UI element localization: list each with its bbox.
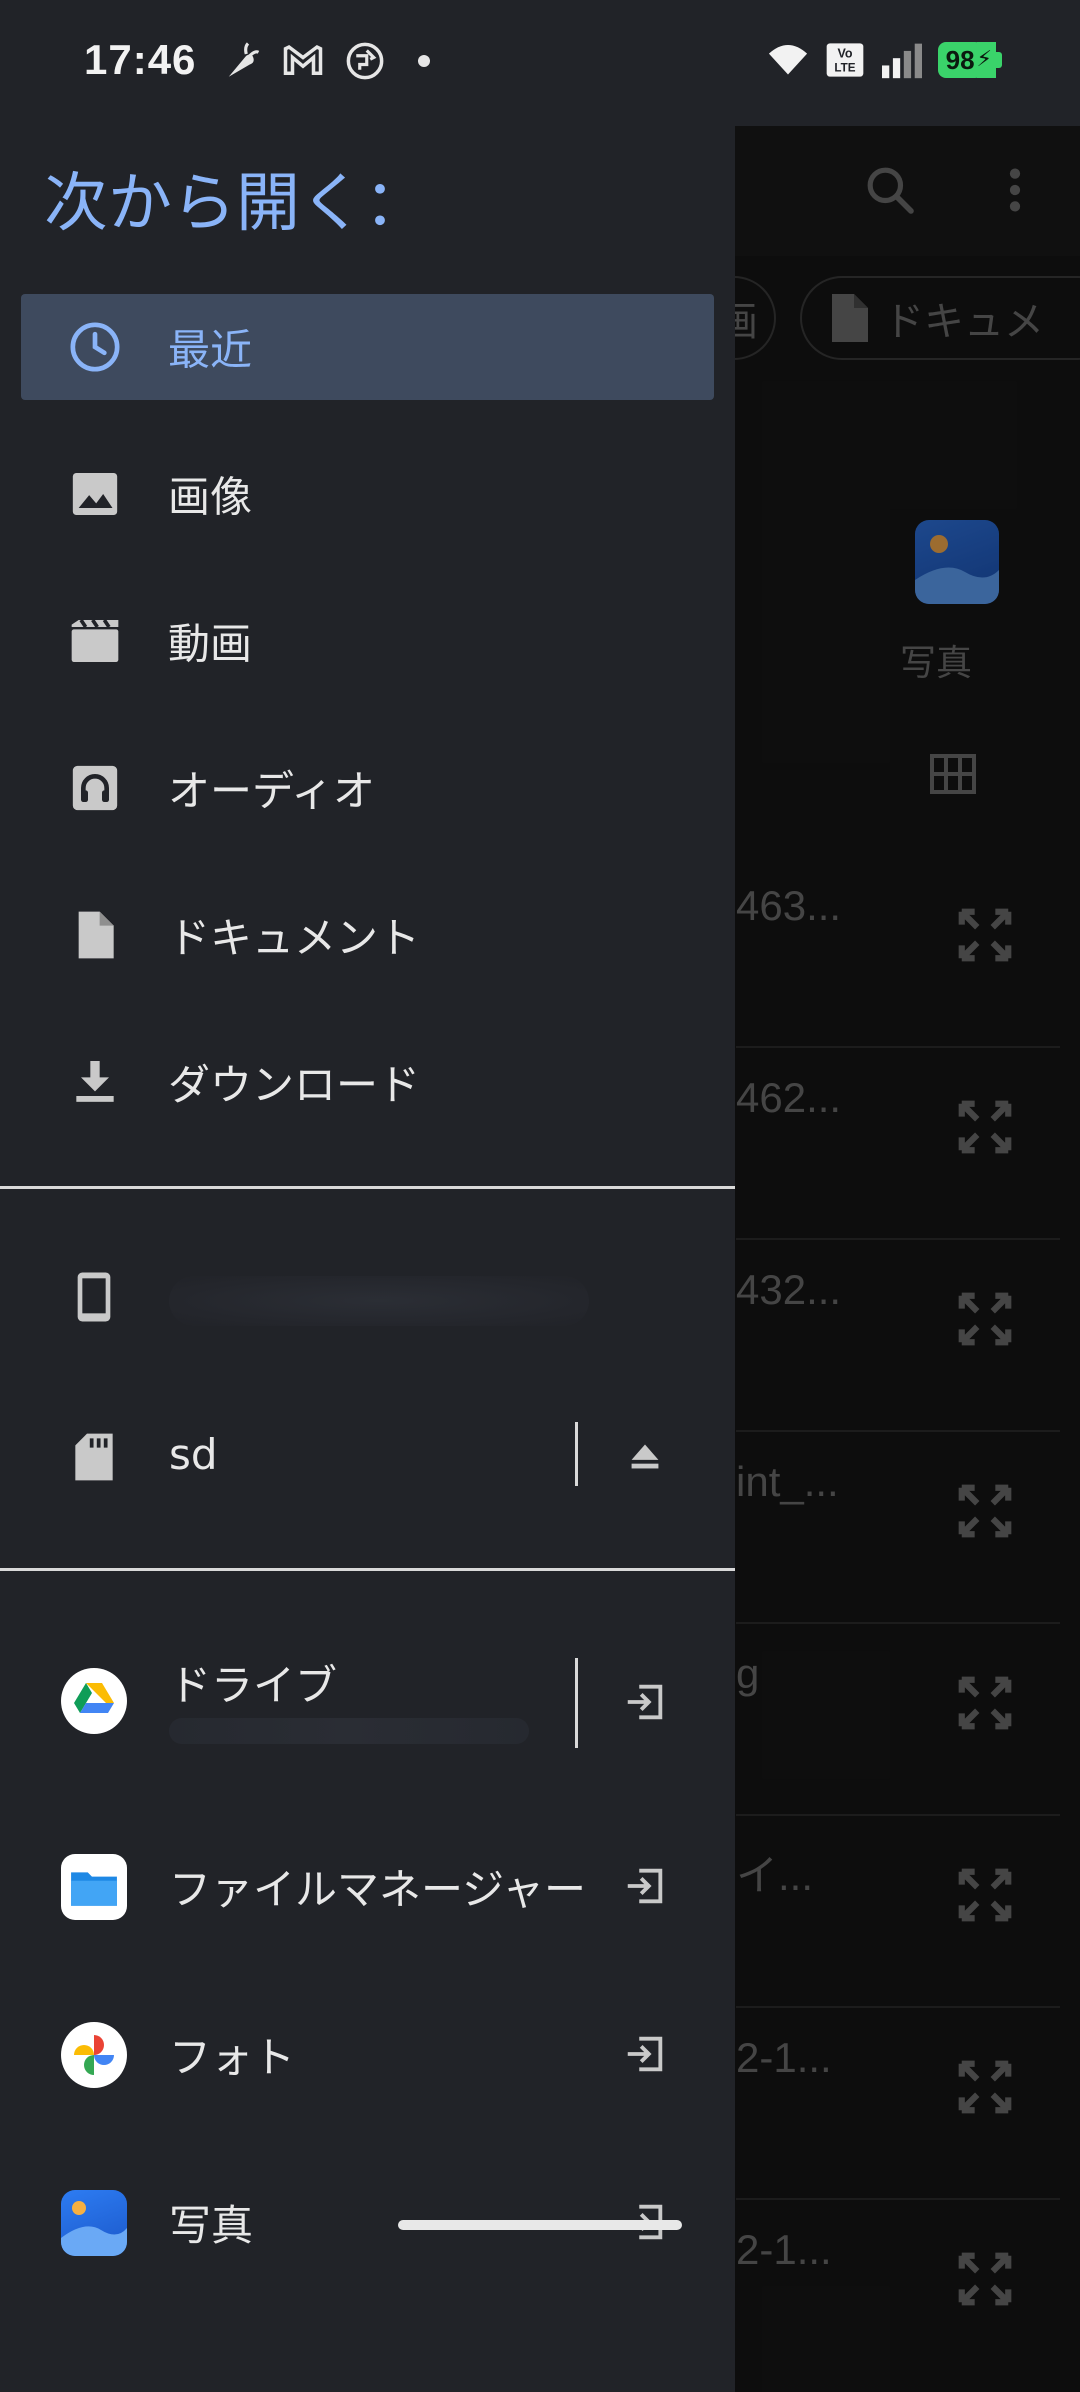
open-in-button[interactable] bbox=[619, 2028, 671, 2080]
home-indicator[interactable] bbox=[398, 2220, 682, 2230]
eject-button[interactable] bbox=[619, 1430, 671, 1482]
vpn-globe-icon bbox=[346, 42, 384, 80]
root-label: sd bbox=[169, 1430, 218, 1479]
nav-item-videos[interactable]: 動画 bbox=[21, 588, 714, 694]
gmail-icon bbox=[283, 44, 323, 75]
root-label: ファイルマネージャー bbox=[169, 1865, 587, 1914]
gallery-icon bbox=[61, 2190, 127, 2256]
cell-signal-icon bbox=[881, 43, 922, 79]
nav-label: ダウンロード bbox=[168, 1060, 421, 1110]
google-photos-icon bbox=[61, 2022, 127, 2088]
open-in-icon bbox=[627, 1684, 663, 1720]
root-item-file-manager[interactable]: ファイルマネージャー bbox=[21, 1816, 714, 1956]
sd-card-icon bbox=[61, 1424, 127, 1490]
device-name-redacted bbox=[169, 1276, 589, 1326]
carrot-icon bbox=[228, 42, 260, 77]
root-item-google-photos[interactable]: フォト bbox=[21, 1984, 714, 2124]
clock-icon bbox=[67, 319, 123, 375]
download-icon bbox=[67, 1054, 123, 1110]
eject-icon bbox=[631, 1444, 659, 1469]
account-name-redacted bbox=[169, 1718, 529, 1744]
file-manager-icon bbox=[61, 1854, 127, 1920]
nav-item-audio[interactable]: オーディオ bbox=[21, 735, 714, 841]
wifi-icon bbox=[768, 45, 807, 75]
svg-text:LTE: LTE bbox=[834, 62, 855, 75]
section-divider bbox=[0, 1568, 735, 1571]
nav-label: ドキュメント bbox=[168, 913, 421, 963]
section-divider bbox=[0, 1186, 735, 1189]
status-bar: 17:46 Vo LTE 98 ⚡ bbox=[0, 0, 1080, 126]
nav-label: オーディオ bbox=[168, 766, 376, 816]
open-in-icon bbox=[627, 1868, 663, 1904]
charging-icon: ⚡ bbox=[976, 42, 996, 78]
image-icon bbox=[67, 466, 123, 522]
nav-label: 最近 bbox=[168, 325, 253, 375]
action-separator bbox=[575, 1422, 578, 1486]
nav-item-downloads[interactable]: ダウンロード bbox=[21, 1029, 714, 1135]
nav-item-recent[interactable]: 最近 bbox=[21, 294, 714, 400]
nav-item-documents[interactable]: ドキュメント bbox=[21, 882, 714, 988]
battery-indicator: 98 ⚡ bbox=[937, 42, 1002, 78]
nav-item-images[interactable]: 画像 bbox=[21, 441, 714, 547]
open-in-button[interactable] bbox=[619, 1676, 671, 1728]
drawer-scrim[interactable] bbox=[735, 126, 1080, 2392]
root-label: ドライブ bbox=[169, 1661, 338, 1710]
root-label: フォト bbox=[169, 2033, 296, 2082]
more-notifications-dot bbox=[418, 55, 430, 67]
document-icon bbox=[67, 907, 123, 963]
open-in-button[interactable] bbox=[619, 1860, 671, 1912]
root-item-sd-card[interactable]: sd bbox=[21, 1386, 714, 1526]
nav-label: 動画 bbox=[168, 619, 253, 669]
svg-text:Vo: Vo bbox=[837, 47, 852, 61]
google-drive-icon bbox=[61, 1668, 127, 1734]
phone-icon bbox=[61, 1264, 127, 1330]
open-in-icon bbox=[627, 2036, 663, 2072]
nav-label: 画像 bbox=[168, 472, 253, 522]
video-icon bbox=[67, 613, 123, 669]
volte-icon: VoLTE bbox=[826, 43, 863, 77]
action-separator bbox=[575, 1658, 578, 1748]
roots-drawer: 次から開く： 最近 画像 動画 オーディオ ドキュメント ダウンロード sd ド… bbox=[0, 0, 735, 2392]
audio-icon bbox=[67, 760, 123, 816]
root-item-device[interactable] bbox=[21, 1226, 714, 1366]
status-time: 17:46 bbox=[84, 36, 197, 83]
root-label: 写真 bbox=[169, 2201, 254, 2250]
root-item-drive[interactable]: ドライブ bbox=[21, 1632, 714, 1772]
drawer-title: 次から開く： bbox=[44, 167, 428, 241]
